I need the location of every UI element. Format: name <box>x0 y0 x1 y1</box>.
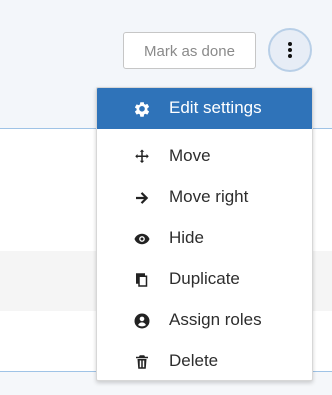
menu-item-move-right[interactable]: Move right <box>97 177 312 218</box>
arrow-right-icon <box>133 189 151 207</box>
menu-item-label: Delete <box>169 351 219 370</box>
menu-item-label: Duplicate <box>169 269 240 288</box>
user-circle-icon <box>133 312 151 330</box>
menu-item-assign-roles[interactable]: Assign roles <box>97 300 312 341</box>
activity-actions-menu: Edit settings Move Move right Hide Dupli… <box>96 87 313 381</box>
gear-icon <box>133 100 151 118</box>
activity-actions-toggle-button[interactable] <box>268 28 312 72</box>
menu-item-label: Edit settings <box>169 98 262 117</box>
trash-icon <box>133 353 151 371</box>
move-icon <box>133 148 151 166</box>
menu-item-hide[interactable]: Hide <box>97 218 312 259</box>
menu-item-move[interactable]: Move <box>97 136 312 177</box>
menu-item-delete[interactable]: Delete <box>97 341 312 380</box>
mark-as-done-button[interactable]: Mark as done <box>123 32 256 69</box>
kebab-menu-icon <box>288 42 292 58</box>
menu-item-label: Hide <box>169 228 204 247</box>
menu-item-label: Assign roles <box>169 310 262 329</box>
menu-item-edit-settings[interactable]: Edit settings <box>97 88 312 129</box>
menu-item-label: Move right <box>169 187 249 206</box>
duplicate-icon <box>133 271 151 289</box>
menu-item-duplicate[interactable]: Duplicate <box>97 259 312 300</box>
menu-item-label: Move <box>169 146 211 165</box>
eye-icon <box>133 230 151 248</box>
